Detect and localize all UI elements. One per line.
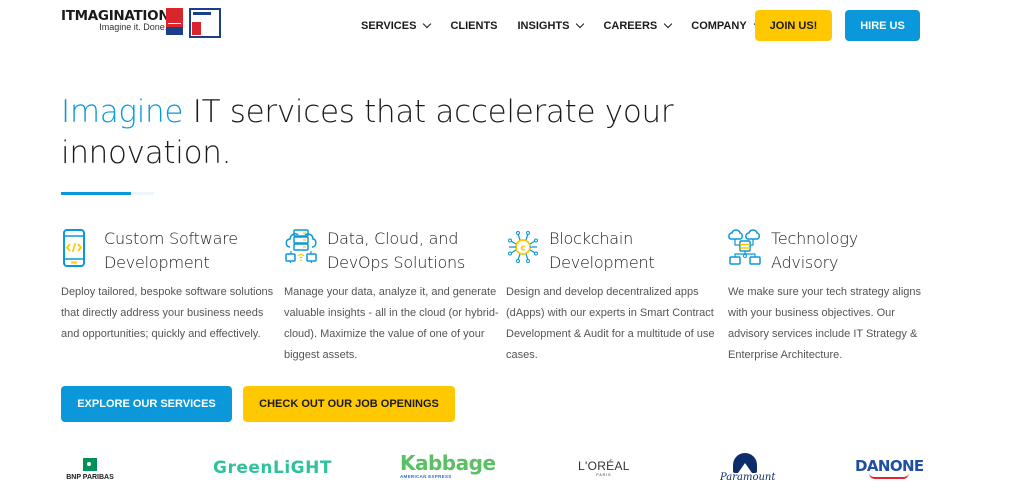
nav-label: CLIENTS — [450, 20, 498, 32]
nav-item-clients[interactable]: CLIENTS — [450, 20, 497, 32]
cloud-network-icon — [728, 229, 761, 265]
nav-label: INSIGHTS — [517, 20, 570, 32]
service-card-technology-advisory: Technology Advisory We make sure your te… — [728, 227, 928, 366]
service-description: We make sure your tech strategy aligns w… — [728, 286, 921, 361]
main-nav: SERVICES CLIENTS INSIGHTS CAREERS COMPAN… — [361, 11, 781, 41]
logo-text: L'ORÉAL — [578, 459, 630, 473]
client-logo-kabbage: Kabbage AMERICAN EXPRESS — [400, 452, 496, 479]
hero-title: Imagine IT services that accelerate your… — [61, 92, 681, 174]
chevron-down-icon — [664, 19, 673, 29]
logo-text: BNP PARIBAS — [66, 474, 114, 481]
nav-item-company[interactable]: COMPANY — [691, 19, 762, 32]
service-title: Custom Software Development — [104, 229, 238, 272]
client-logo-loreal: L'ORÉAL PARIS — [578, 459, 630, 478]
service-title: Technology Advisory — [771, 229, 859, 272]
title-underline-track — [131, 192, 154, 195]
title-underline — [61, 192, 131, 195]
nav-item-services[interactable]: SERVICES — [361, 19, 432, 32]
chevron-down-icon — [576, 19, 585, 29]
hero-title-accent: Imagine — [61, 94, 184, 130]
client-logo-bnp-paribas: BNP PARIBAS — [62, 458, 118, 481]
best-workplaces-badge — [189, 8, 221, 38]
logo-text: Paramount — [720, 472, 776, 483]
explore-services-button[interactable]: EXPLORE OUR SERVICES — [61, 386, 232, 422]
blockchain-coin-icon: c — [508, 231, 538, 263]
logo-text: DANONE — [855, 457, 924, 475]
svg-text:c: c — [520, 244, 525, 254]
client-logo-paramount: Paramount — [720, 453, 776, 483]
nav-item-careers[interactable]: CAREERS — [603, 19, 673, 32]
client-logo-danone: DANONE — [855, 458, 924, 479]
service-card-custom-software: Custom Software Development Deploy tailo… — [61, 227, 281, 345]
mobile-code-icon — [63, 229, 85, 267]
client-logo-greenlight: GreenLiGHT — [213, 458, 332, 478]
server-cloud-icon — [285, 229, 317, 263]
chevron-down-icon — [423, 19, 432, 29]
service-title: Data, Cloud, and DevOps Solutions — [327, 229, 466, 272]
nav-item-insights[interactable]: INSIGHTS — [517, 19, 585, 32]
nav-label: SERVICES — [361, 20, 417, 32]
paramount-mountain-icon — [733, 453, 757, 473]
nav-label: COMPANY — [691, 20, 747, 32]
hire-us-button[interactable]: HIRE US — [845, 10, 920, 41]
service-description: Design and develop decentralized apps (d… — [506, 286, 715, 361]
service-card-data-cloud: Data, Cloud, and DevOps Solutions Manage… — [284, 227, 504, 366]
logo-text: Kabbage — [400, 451, 496, 475]
logo-subtext: PARIS — [596, 473, 612, 477]
site-header: ITMAGINATION Imagine it. Done. SERVICES … — [0, 0, 1024, 50]
job-openings-button[interactable]: CHECK OUT OUR JOB OPENINGS — [243, 386, 455, 422]
join-us-button[interactable]: JOIN US! — [755, 10, 832, 41]
great-place-to-work-badge — [166, 8, 183, 35]
nav-label: CAREERS — [603, 20, 658, 32]
brand-logo[interactable]: ITMAGINATION Imagine it. Done. — [61, 8, 170, 32]
service-description: Deploy tailored, bespoke software soluti… — [61, 286, 274, 340]
bnp-mark-icon — [83, 458, 97, 471]
service-title: Blockchain Development — [549, 229, 655, 272]
brand-name: ITMAGINATION — [61, 8, 170, 24]
service-description: Manage your data, analyze it, and genera… — [284, 286, 499, 361]
service-card-blockchain: c Blockchain Development Design and deve… — [506, 227, 726, 366]
